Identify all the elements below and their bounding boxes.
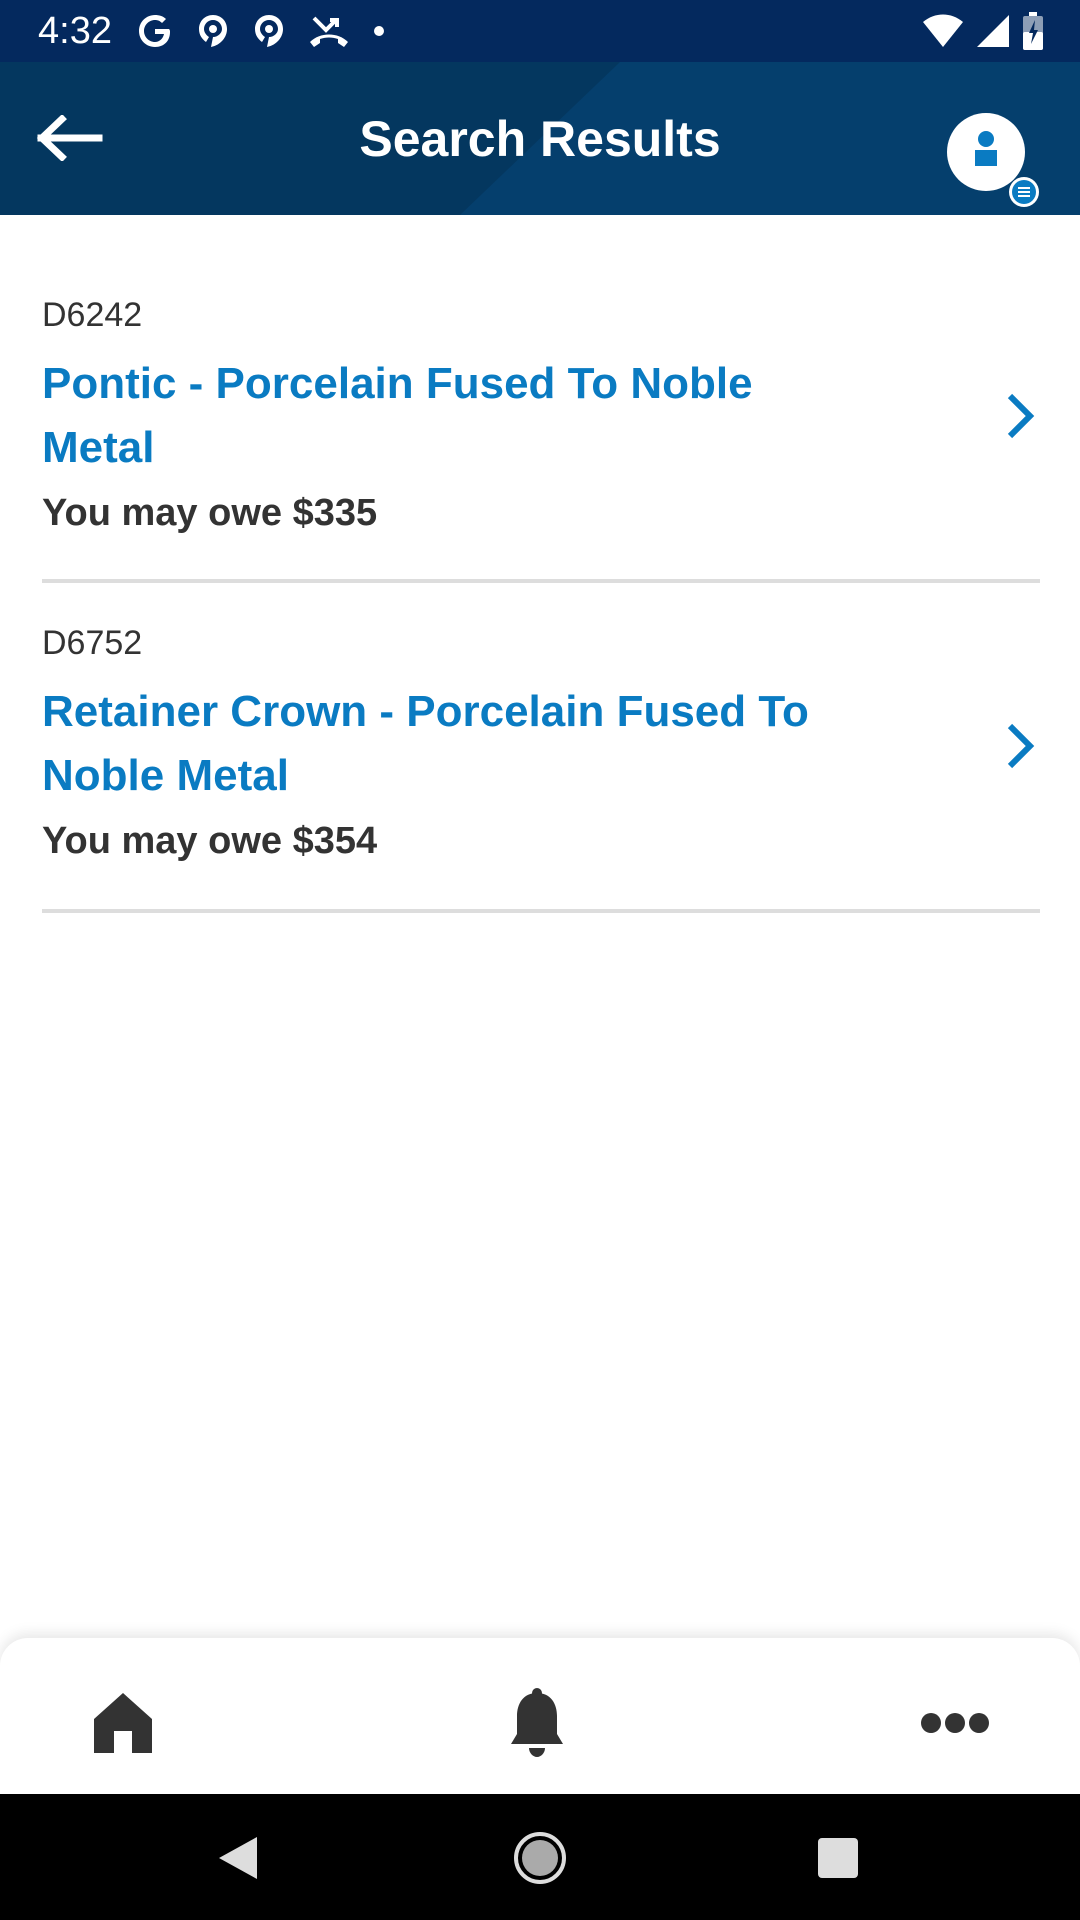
procedure-name-line: Noble Metal [42, 751, 289, 800]
more-icon [921, 1713, 989, 1733]
status-bar: 4:32 [0, 0, 1080, 62]
podcast-icon [255, 15, 283, 47]
procedure-name[interactable]: Retainer Crown - Porcelain Fused To Nobl… [42, 680, 862, 808]
bell-icon [511, 1688, 563, 1757]
page-title: Search Results [359, 110, 721, 167]
screen: 4:32 Search Results D6242 Pontic - Porce… [0, 0, 1080, 1920]
status-icons-right [922, 10, 1044, 52]
google-icon [139, 15, 170, 47]
nav-more[interactable] [910, 1678, 1000, 1768]
status-time: 4:32 [38, 10, 112, 52]
result-item[interactable]: D6242 Pontic - Porcelain Fused To Noble … [42, 215, 1040, 583]
back-triangle-icon [219, 1837, 257, 1879]
system-home-button[interactable] [504, 1822, 576, 1894]
procedure-name-line: Retainer Crown - Porcelain Fused To [42, 687, 809, 736]
nav-home[interactable] [78, 1678, 168, 1768]
home-circle-icon [514, 1832, 566, 1884]
system-back-button[interactable] [202, 1822, 274, 1894]
back-button[interactable] [30, 102, 110, 174]
procedure-name-line: Metal [42, 423, 155, 472]
podcast-icon [199, 15, 227, 47]
procedure-name-line: Pontic - Porcelain Fused To Noble [42, 359, 753, 408]
arrow-left-icon [37, 115, 103, 161]
chevron-right-icon[interactable] [1000, 721, 1040, 771]
procedure-name[interactable]: Pontic - Porcelain Fused To Noble Metal [42, 352, 862, 480]
app-header: Search Results [0, 62, 1080, 215]
status-icons-left [136, 10, 386, 52]
results-list: D6242 Pontic - Porcelain Fused To Noble … [42, 215, 1040, 913]
procedure-code: D6752 [42, 624, 143, 662]
wifi-icon [923, 14, 963, 47]
chevron-right-icon[interactable] [1000, 391, 1040, 441]
dot-icon [374, 26, 384, 36]
missed-call-icon [310, 16, 348, 47]
estimated-cost: You may owe $335 [42, 492, 378, 534]
recents-square-icon [818, 1838, 858, 1878]
system-recents-button[interactable] [802, 1822, 874, 1894]
bottom-nav [0, 1638, 1080, 1794]
estimated-cost: You may owe $354 [42, 820, 378, 862]
result-item[interactable]: D6752 Retainer Crown - Porcelain Fused T… [42, 583, 1040, 913]
system-nav-bar [0, 1794, 1080, 1920]
profile-button[interactable] [946, 112, 1042, 208]
user-profile-icon [947, 113, 1039, 207]
signal-icon [977, 15, 1009, 47]
battery-icon [1023, 12, 1043, 50]
nav-notifications[interactable] [492, 1678, 582, 1768]
home-icon [94, 1693, 152, 1753]
procedure-code: D6242 [42, 296, 143, 334]
